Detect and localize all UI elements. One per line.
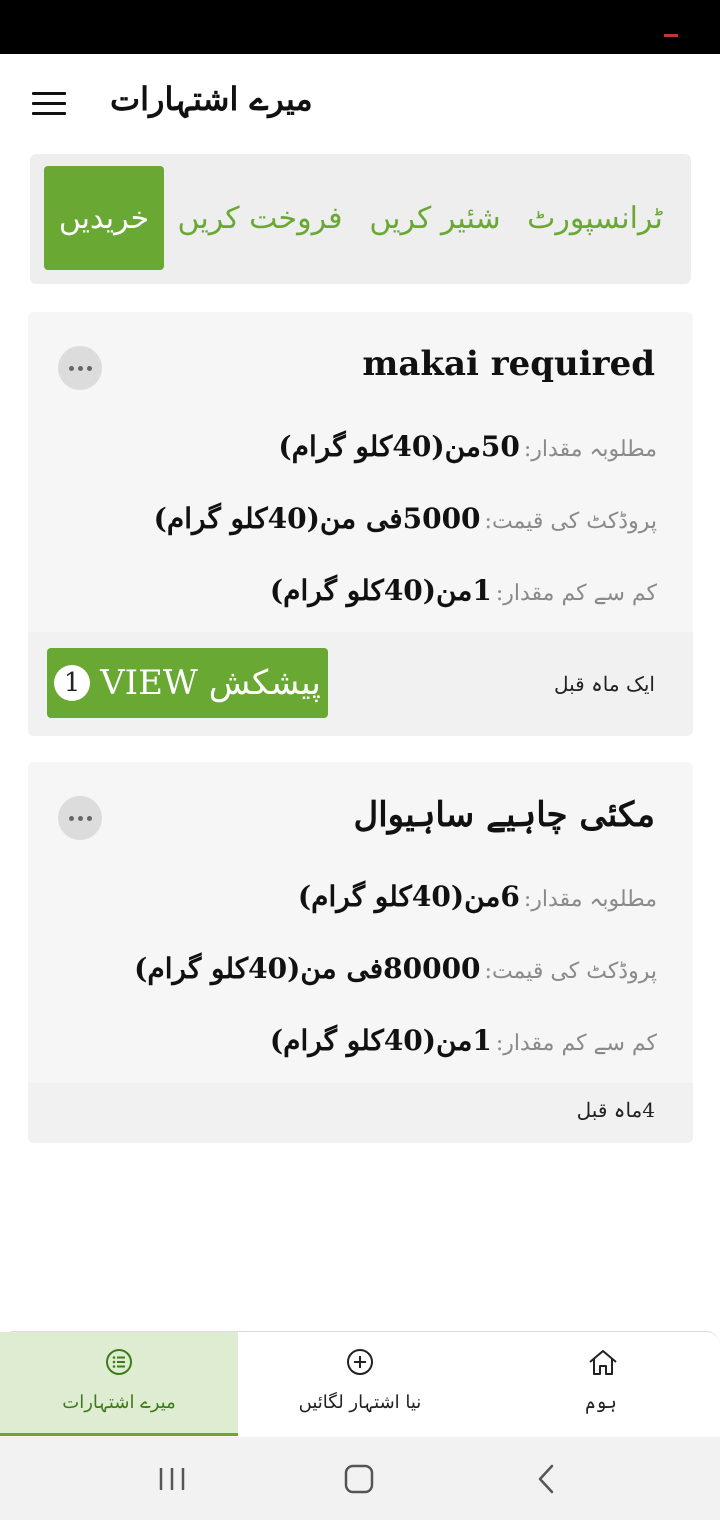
minimum-quantity-row: کم سے کم مقدار: 1من(40کلو گرام) (270, 574, 657, 607)
offer-count-badge: 1 (54, 665, 91, 701)
status-bar (0, 0, 720, 54)
posted-time: ایک ماہ قبل (553, 672, 655, 696)
detail-label: پروڈکٹ کی قیمت: (484, 959, 657, 984)
required-quantity-row: مطلوبہ مقدار: 6من(40کلو گرام) (298, 880, 657, 913)
tab-transport[interactable]: ٹرانسپورٹ (527, 166, 663, 270)
system-home-button[interactable] (337, 1457, 381, 1501)
tab-sell[interactable]: فروخت کریں (178, 166, 343, 270)
status-indicator (664, 34, 678, 37)
category-tabs: خریدیں فروخت کریں شئیر کریں ٹرانسپورٹ (30, 154, 691, 284)
ad-card[interactable]: makai required مطلوبہ مقدار: 50من(40کلو … (28, 312, 693, 736)
more-options-button[interactable] (58, 796, 102, 840)
list-icon (106, 1349, 132, 1375)
detail-value: 5000فی من(40کلو گرام) (153, 502, 481, 535)
detail-value: 1من(40کلو گرام) (269, 574, 492, 607)
detail-value: 6من(40کلو گرام) (297, 880, 520, 913)
detail-value: 50من(40کلو گرام) (278, 430, 520, 463)
tab-share[interactable]: شئیر کریں (369, 166, 500, 270)
ad-card[interactable]: مکئی چاہیے ساہیوال مطلوبہ مقدار: 6من(40ک… (28, 762, 693, 1143)
tab-buy[interactable]: خریدیں (44, 166, 164, 270)
required-quantity-row: مطلوبہ مقدار: 50من(40کلو گرام) (278, 430, 657, 463)
ad-title: makai required (362, 344, 655, 384)
page-title: میرے اشتہارات (110, 80, 313, 118)
plus-circle-icon (347, 1349, 373, 1375)
detail-value: 80000فی من(40کلو گرام) (134, 952, 481, 985)
bottom-navigation: میرے اشتہارات نیا اشتہار لگائیں ہوم (0, 1331, 720, 1437)
product-price-row: پروڈکٹ کی قیمت: 80000فی من(40کلو گرام) (134, 952, 657, 985)
app-header: میرے اشتہارات (0, 54, 720, 154)
detail-label: کم سے کم مقدار: (495, 581, 657, 606)
nav-label: میرے اشتہارات (62, 1392, 176, 1413)
detail-label: پروڈکٹ کی قیمت: (484, 509, 657, 534)
recents-icon (159, 1468, 185, 1490)
back-chevron-icon (538, 1464, 554, 1494)
detail-label: مطلوبہ مقدار: (523, 437, 657, 462)
more-options-button[interactable] (58, 346, 102, 390)
recent-apps-button[interactable] (150, 1457, 194, 1501)
view-offers-label: VIEW پیشکش (100, 663, 321, 703)
posted-time: 4ماہ قبل (576, 1098, 655, 1122)
product-price-row: پروڈکٹ کی قیمت: 5000فی من(40کلو گرام) (154, 502, 657, 535)
view-offers-button[interactable]: 1 VIEW پیشکش (47, 648, 328, 718)
detail-value: 1من(40کلو گرام) (269, 1024, 492, 1057)
ad-title: مکئی چاہیے ساہیوال (353, 795, 655, 835)
nav-my-ads[interactable]: میرے اشتہارات (0, 1332, 238, 1436)
system-back-button[interactable] (524, 1457, 568, 1501)
system-navigation-bar (0, 1437, 720, 1520)
home-icon (589, 1350, 617, 1375)
nav-home[interactable]: ہوم (482, 1332, 720, 1436)
detail-label: مطلوبہ مقدار: (523, 887, 657, 912)
hamburger-menu-icon[interactable] (32, 92, 66, 118)
home-square-icon (344, 1464, 374, 1494)
minimum-quantity-row: کم سے کم مقدار: 1من(40کلو گرام) (270, 1024, 657, 1057)
detail-label: کم سے کم مقدار: (495, 1031, 657, 1056)
nav-label: ہوم (585, 1392, 617, 1413)
nav-new-ad[interactable]: نیا اشتہار لگائیں (241, 1332, 479, 1436)
nav-label: نیا اشتہار لگائیں (298, 1392, 422, 1413)
